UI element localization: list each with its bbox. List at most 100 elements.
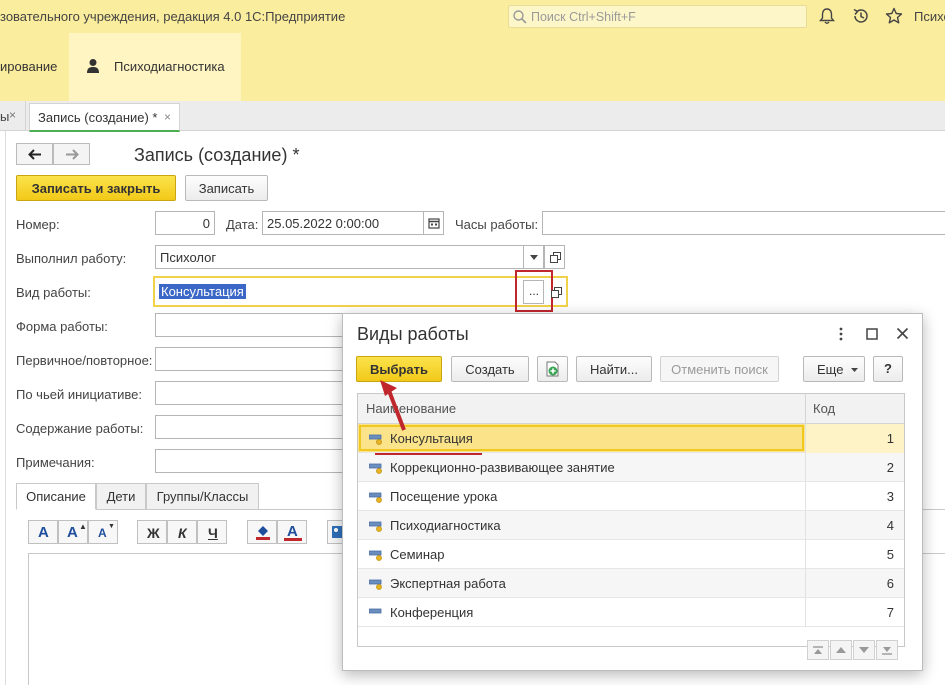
- page-title: Запись (создание) *: [134, 145, 300, 165]
- create-button[interactable]: Создать: [451, 356, 529, 382]
- current-user[interactable]: Психо: [914, 9, 945, 24]
- help-button[interactable]: ?: [873, 356, 903, 382]
- primary-label: Первичное/повторное:: [16, 353, 153, 368]
- open-windows-bar: ы × Запись (создание) * ×: [0, 101, 945, 132]
- performer-field[interactable]: Психолог: [155, 245, 524, 269]
- performer-dropdown-button[interactable]: [523, 245, 544, 269]
- tab-groups-classes[interactable]: Группы/Классы: [146, 483, 259, 510]
- performer-label: Выполнил работу:: [16, 251, 127, 266]
- history-icon[interactable]: [851, 6, 871, 26]
- bold-button[interactable]: Ж: [137, 520, 167, 544]
- calendar-icon: [428, 218, 440, 229]
- tab-children[interactable]: Дети: [96, 483, 146, 510]
- number-label: Номер:: [16, 217, 60, 232]
- initiative-field[interactable]: [155, 381, 355, 405]
- cancel-search-button[interactable]: Отменить поиск: [660, 356, 779, 382]
- save-button[interactable]: Записать: [185, 175, 268, 201]
- underline-button[interactable]: Ч: [197, 520, 227, 544]
- row-name: Посещение урока: [390, 489, 498, 504]
- tab-previous[interactable]: ы ×: [0, 101, 26, 131]
- back-button[interactable]: [16, 143, 53, 165]
- column-divider: [805, 598, 806, 627]
- fill-color-icon: [256, 526, 270, 540]
- column-divider: [805, 540, 806, 569]
- text-color-button[interactable]: A: [277, 520, 307, 544]
- table-row[interactable]: Семинар 5: [358, 540, 904, 569]
- more-vertical-icon[interactable]: [838, 327, 844, 341]
- table-row[interactable]: Конференция 7: [358, 598, 904, 627]
- table-row[interactable]: Посещение урока 3: [358, 482, 904, 511]
- title-bar: зовательного учреждения, редакция 4.0 1С…: [0, 0, 945, 33]
- catalog-item-icon: [369, 608, 382, 614]
- work-type-select-button[interactable]: ...: [523, 280, 544, 304]
- more-button[interactable]: Еще: [803, 356, 865, 382]
- section-item-planning[interactable]: ирование: [0, 59, 57, 74]
- date-field[interactable]: 25.05.2022 0:00:00: [262, 211, 424, 235]
- star-icon[interactable]: [884, 6, 904, 26]
- forward-button[interactable]: [53, 143, 90, 165]
- scroll-up-button[interactable]: [830, 640, 852, 660]
- primary-field[interactable]: [155, 347, 355, 371]
- calendar-button[interactable]: [423, 211, 444, 235]
- row-name: Конференция: [390, 605, 474, 620]
- close-icon[interactable]: [896, 327, 909, 340]
- column-header-code[interactable]: Код: [813, 401, 835, 416]
- catalog-item-icon: [369, 550, 382, 561]
- catalog-item-icon: [369, 492, 382, 503]
- background-color-button[interactable]: [247, 520, 277, 544]
- scroll-bottom-icon: [882, 647, 892, 655]
- close-icon[interactable]: ×: [9, 108, 16, 122]
- italic-button[interactable]: К: [167, 520, 197, 544]
- notes-field[interactable]: [155, 449, 355, 473]
- scroll-up-icon: [836, 647, 846, 653]
- person-icon: [87, 59, 99, 73]
- font-style-button[interactable]: A: [28, 520, 58, 544]
- row-code: 5: [886, 547, 894, 562]
- work-types-dialog: Виды работы Выбрать Создать Найти... Отм…: [342, 313, 923, 671]
- content-field[interactable]: [155, 415, 355, 439]
- tab-record-create[interactable]: Запись (создание) * ×: [29, 103, 180, 132]
- close-icon[interactable]: ×: [164, 110, 171, 124]
- font-decrease-button[interactable]: A ▼: [88, 520, 118, 544]
- hours-field[interactable]: [542, 211, 945, 235]
- content-label: Содержание работы:: [16, 421, 144, 436]
- scroll-top-icon: [813, 646, 823, 654]
- number-field[interactable]: 0: [155, 211, 215, 235]
- column-divider: [805, 511, 806, 540]
- column-divider: [805, 424, 806, 453]
- form-divider: [5, 131, 6, 685]
- work-form-field[interactable]: [155, 313, 355, 337]
- copy-add-icon: [546, 361, 559, 377]
- sections-panel: ирование Психодиагностика: [0, 33, 945, 101]
- table-row[interactable]: Консультация 1: [358, 424, 904, 453]
- bell-icon[interactable]: [817, 6, 837, 26]
- copy-button[interactable]: [537, 356, 568, 382]
- scroll-down-icon: [859, 647, 869, 653]
- section-item-psychodiagnostics[interactable]: Психодиагностика: [69, 33, 241, 101]
- maximize-icon[interactable]: [866, 328, 878, 340]
- work-type-open-button[interactable]: [548, 283, 564, 301]
- table-row[interactable]: Психодиагностика 4: [358, 511, 904, 540]
- tab-description[interactable]: Описание: [16, 483, 96, 510]
- font-increase-button[interactable]: A ▲: [58, 520, 88, 544]
- date-label: Дата:: [226, 217, 259, 232]
- work-type-field[interactable]: Консультация: [157, 280, 523, 304]
- window-title: зовательного учреждения, редакция 4.0 1С…: [0, 9, 346, 24]
- scroll-bottom-button[interactable]: [876, 640, 898, 660]
- row-name: Экспертная работа: [390, 576, 506, 591]
- save-and-close-button[interactable]: Записать и закрыть: [16, 175, 176, 201]
- search-icon: [513, 10, 527, 24]
- performer-open-button[interactable]: [544, 245, 565, 269]
- find-button[interactable]: Найти...: [576, 356, 652, 382]
- scroll-down-button[interactable]: [853, 640, 875, 660]
- scroll-top-button[interactable]: [807, 640, 829, 660]
- notes-label: Примечания:: [16, 455, 95, 470]
- table-row[interactable]: Коррекционно-развивающее занятие 2: [358, 453, 904, 482]
- tab-label: Запись (создание) *: [38, 110, 158, 125]
- column-divider: [805, 482, 806, 511]
- row-name: Психодиагностика: [390, 518, 501, 533]
- catalog-item-icon: [369, 463, 382, 474]
- table-row[interactable]: Экспертная работа 6: [358, 569, 904, 598]
- global-search-input[interactable]: Поиск Ctrl+Shift+F: [508, 5, 807, 28]
- arrow-left-icon: [28, 149, 41, 160]
